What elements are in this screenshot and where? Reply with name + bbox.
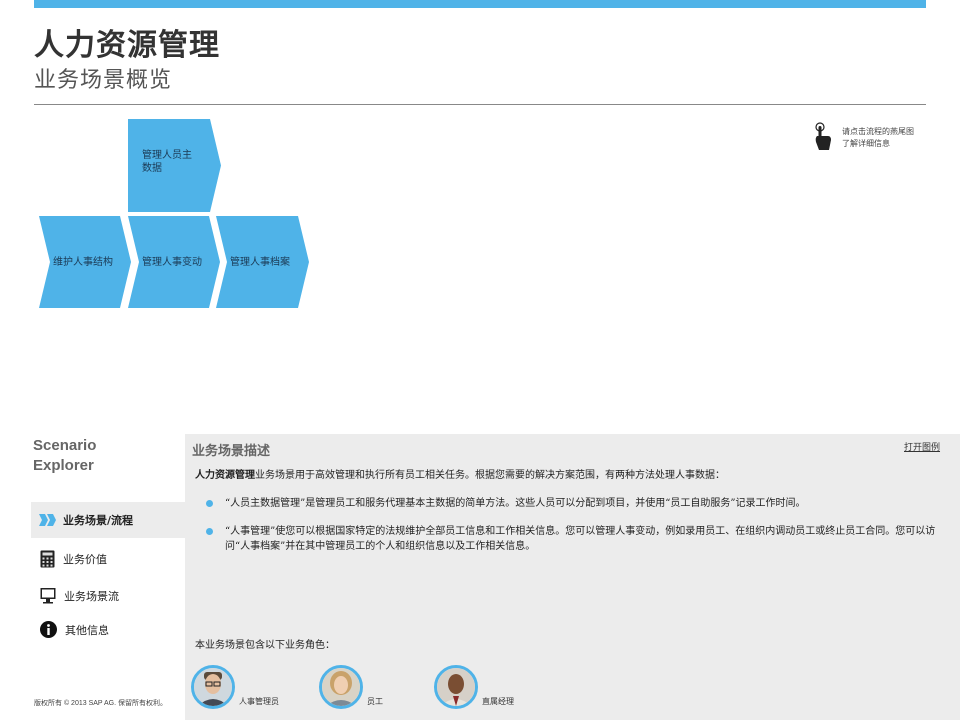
bullet-dot-icon — [206, 500, 213, 507]
role-line-manager[interactable]: 直属经理 — [434, 665, 514, 709]
copyright-footer: 版权所有 © 2013 SAP AG. 保留所有权利。 — [34, 700, 168, 707]
flow-step-label: 管理人事档案 — [230, 256, 290, 268]
page-subtitle: 业务场景概览 — [34, 68, 173, 93]
info-icon — [40, 621, 57, 638]
bullet-text: “人员主数据管理”是管理员工和服务代理基本主数据的简单方法。这些人员可以分配到项… — [225, 498, 806, 509]
sidebar-item-scenario-process[interactable]: 业务场景/流程 — [31, 502, 185, 538]
intro-text: 业务场景用于高效管理和执行所有员工相关任务。根据您需要的解决方案范围，有两种方法… — [255, 470, 725, 481]
description-intro: 人力资源管理业务场景用于高效管理和执行所有员工相关任务。根据您需要的解决方案范围… — [195, 466, 725, 481]
sidebar-panel — [0, 434, 185, 720]
flow-step-label: 维护人事结构 — [53, 256, 113, 268]
role-hr-admin[interactable]: 人事管理员 — [191, 665, 279, 709]
roles-intro: 本业务场景包含以下业务角色： — [195, 640, 335, 651]
role-label: 员工 — [367, 697, 383, 706]
avatar — [191, 665, 235, 709]
calculator-icon — [40, 550, 55, 568]
flow-step-manage-master-data[interactable]: 管理人员主 数据 — [128, 119, 221, 212]
role-label: 人事管理员 — [239, 697, 279, 706]
page-title: 人力资源管理 — [34, 28, 220, 63]
flow-step-label: 管理人事变动 — [142, 256, 202, 268]
flow-step-label: 管理人员主 — [142, 149, 192, 161]
flow-step-maintain-structure[interactable]: 维护人事结构 — [39, 216, 131, 308]
role-employee[interactable]: 员工 — [319, 665, 383, 709]
person-avatar-icon — [437, 668, 475, 706]
role-label: 直属经理 — [482, 697, 514, 706]
sidebar-item-label: 业务场景流 — [64, 589, 119, 603]
open-legend-link[interactable]: 打开图例 — [904, 440, 940, 453]
click-hint: 请点击流程的燕尾图 了解详细信息 — [814, 122, 922, 152]
sidebar-item-label: 其他信息 — [65, 623, 109, 637]
flow-step-manage-files[interactable]: 管理人事档案 — [216, 216, 309, 308]
sidebar-item-label: 业务场景/流程 — [63, 514, 134, 527]
hint-line: 请点击流程的燕尾图 — [842, 127, 914, 136]
avatar — [319, 665, 363, 709]
list-item: “人员主数据管理”是管理员工和服务代理基本主数据的简单方法。这些人员可以分配到项… — [206, 496, 936, 511]
pointing-hand-icon — [815, 122, 831, 150]
flow-step-label: 数据 — [142, 162, 162, 174]
monitor-icon — [40, 588, 56, 604]
sidebar-item-scenario-flow[interactable]: 业务场景流 — [40, 587, 119, 604]
person-avatar-icon — [322, 668, 360, 706]
sidebar-item-other-info[interactable]: 其他信息 — [40, 621, 109, 638]
bullet-text: “人事管理”使您可以根据国家特定的法规维护全部员工信息和工作相关信息。您可以管理… — [225, 526, 936, 552]
person-avatar-icon — [194, 668, 232, 706]
description-title: 业务场景描述 — [192, 444, 271, 459]
intro-bold: 人力资源管理 — [195, 470, 255, 481]
top-accent-bar — [34, 0, 926, 8]
scenario-explorer-title: Scenario Explorer — [33, 436, 96, 476]
double-chevron-icon — [39, 514, 56, 526]
scenario-title-line: Scenario — [33, 437, 97, 454]
hint-line: 了解详细信息 — [842, 139, 890, 148]
scenario-title-line: Explorer — [33, 457, 94, 474]
avatar — [434, 665, 478, 709]
flow-step-manage-actions[interactable]: 管理人事变动 — [128, 216, 220, 308]
title-divider — [34, 104, 926, 105]
bullet-dot-icon — [206, 528, 213, 535]
sidebar-item-business-value[interactable]: 业务价值 — [40, 550, 107, 568]
list-item: “人事管理”使您可以根据国家特定的法规维护全部员工信息和工作相关信息。您可以管理… — [206, 524, 941, 554]
sidebar-item-label: 业务价值 — [63, 553, 107, 566]
